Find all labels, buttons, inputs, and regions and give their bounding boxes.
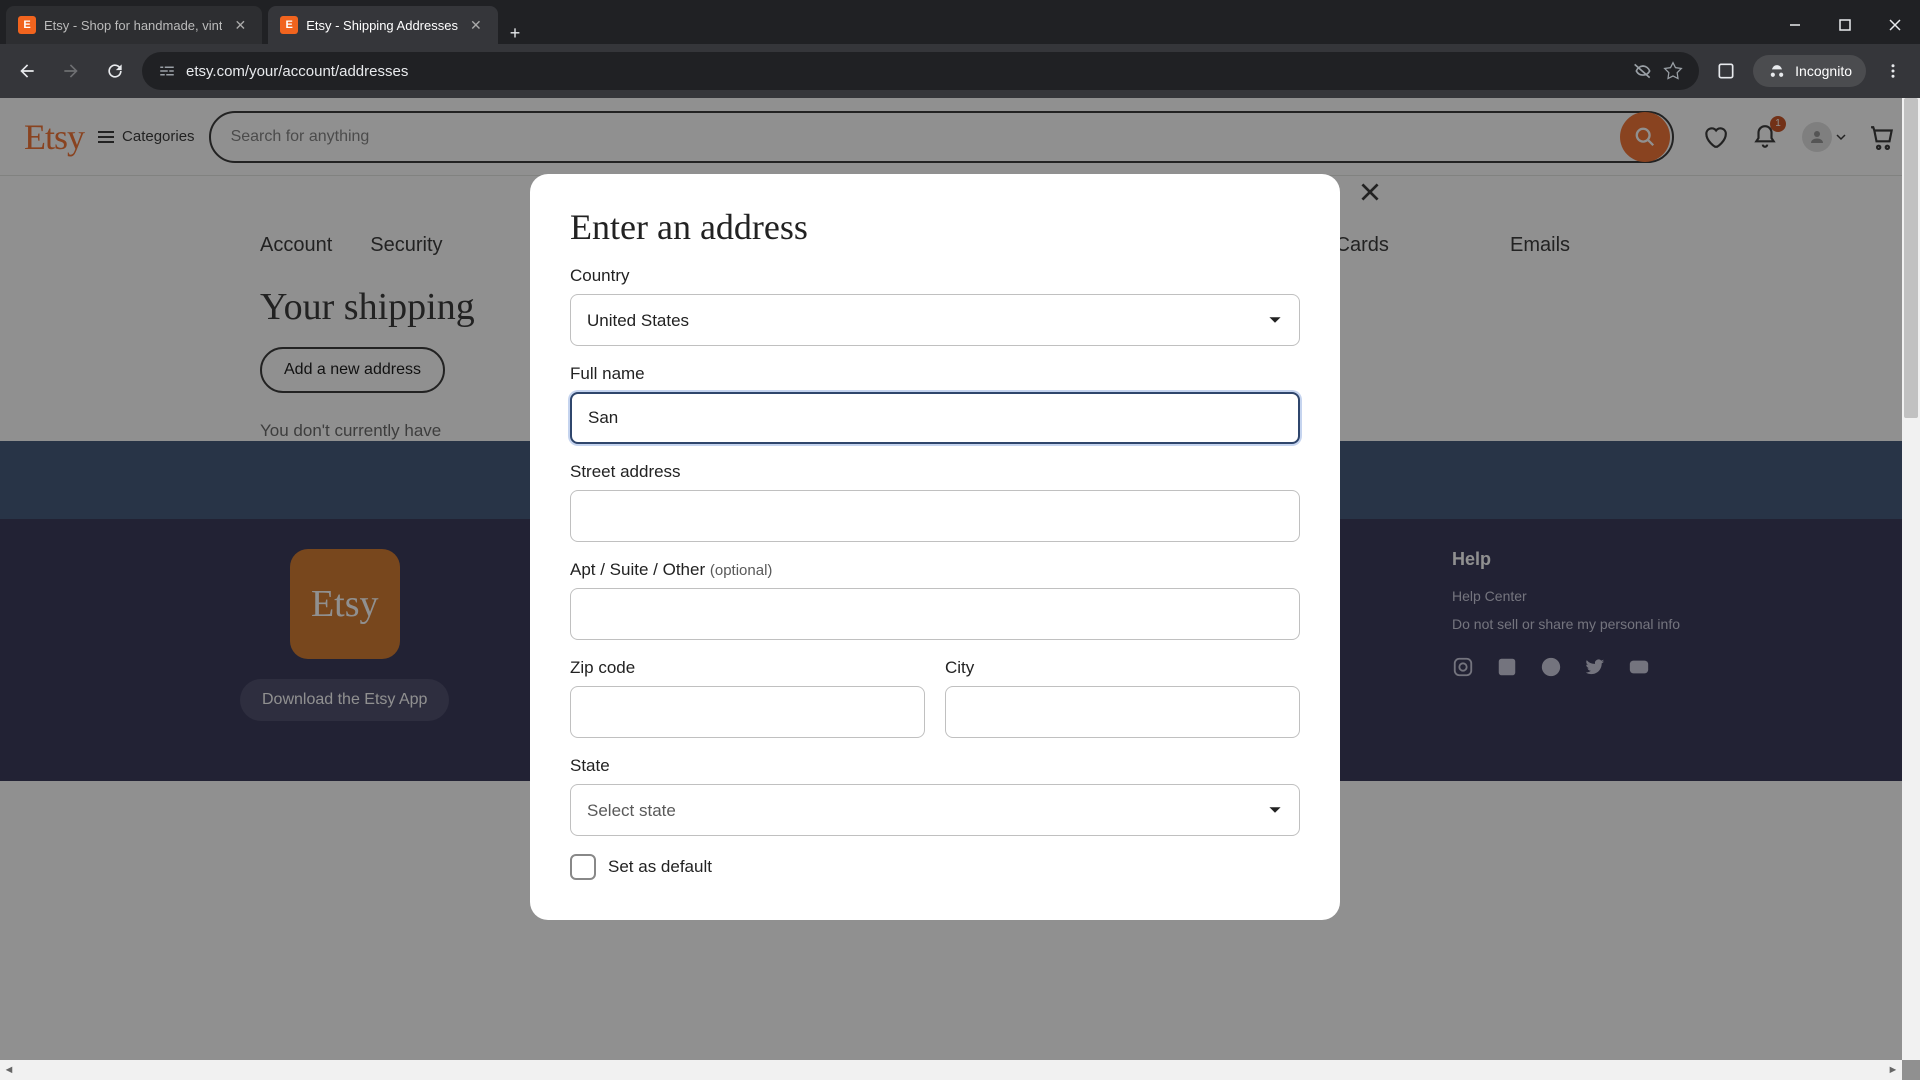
extensions-icon[interactable] (1709, 54, 1743, 88)
apt-input[interactable] (570, 588, 1300, 640)
modal-title: Enter an address (570, 206, 1300, 248)
fullname-input[interactable] (570, 392, 1300, 444)
close-icon (1357, 179, 1383, 205)
street-input[interactable] (570, 490, 1300, 542)
close-window-button[interactable] (1870, 6, 1920, 44)
tab-favicon-etsy: E (18, 16, 36, 34)
incognito-indicator[interactable]: Incognito (1753, 55, 1866, 87)
forward-button[interactable] (54, 54, 88, 88)
eye-off-icon[interactable] (1633, 61, 1653, 81)
incognito-label: Incognito (1795, 63, 1852, 79)
apt-field: Apt / Suite / Other (optional) (570, 560, 1300, 640)
zip-input[interactable] (570, 686, 925, 738)
default-checkbox[interactable] (570, 854, 596, 880)
country-select[interactable]: United States (570, 294, 1300, 346)
tab-close-icon[interactable]: ✕ (230, 17, 250, 34)
city-field: City (945, 658, 1300, 738)
minimize-button[interactable] (1770, 6, 1820, 44)
country-field: Country United States (570, 266, 1300, 346)
city-input[interactable] (945, 686, 1300, 738)
tab-title: Etsy - Shipping Addresses (306, 18, 458, 33)
zip-field: Zip code (570, 658, 925, 738)
browser-tab-2[interactable]: E Etsy - Shipping Addresses ✕ (268, 6, 497, 44)
back-button[interactable] (10, 54, 44, 88)
fullname-label: Full name (570, 364, 1300, 384)
address-modal: Enter an address Country United States F… (530, 174, 1340, 920)
url-text: etsy.com/your/account/addresses (186, 63, 1623, 80)
browser-tab-strip: E Etsy - Shop for handmade, vint ✕ E Ets… (0, 0, 1920, 44)
reload-button[interactable] (98, 54, 132, 88)
country-label: Country (570, 266, 1300, 286)
default-checkbox-label: Set as default (608, 857, 712, 877)
city-label: City (945, 658, 1300, 678)
window-controls (1770, 6, 1920, 44)
state-field: State Select state (570, 756, 1300, 836)
page-viewport: Etsy Categories 1 Valen x (0, 98, 1920, 1080)
bookmark-star-icon[interactable] (1663, 61, 1683, 81)
zip-label: Zip code (570, 658, 925, 678)
scroll-left-arrow[interactable]: ◄ (0, 1064, 18, 1076)
browser-toolbar: etsy.com/your/account/addresses Incognit… (0, 44, 1920, 98)
vertical-scrollbar[interactable] (1902, 98, 1920, 1060)
site-settings-icon[interactable] (158, 62, 176, 80)
browser-tab-1[interactable]: E Etsy - Shop for handmade, vint ✕ (6, 6, 262, 44)
fullname-field: Full name (570, 364, 1300, 444)
tab-title: Etsy - Shop for handmade, vint (44, 18, 222, 33)
default-checkbox-row: Set as default (570, 854, 1300, 880)
address-bar[interactable]: etsy.com/your/account/addresses (142, 52, 1699, 90)
browser-menu-icon[interactable] (1876, 54, 1910, 88)
modal-close-button[interactable] (1348, 170, 1392, 214)
tab-favicon-etsy: E (280, 16, 298, 34)
apt-label: Apt / Suite / Other (optional) (570, 560, 1300, 580)
new-tab-button[interactable]: + (498, 23, 533, 44)
scroll-right-arrow[interactable]: ► (1884, 1064, 1902, 1076)
horizontal-scrollbar[interactable]: ◄ ► (0, 1060, 1902, 1080)
maximize-button[interactable] (1820, 6, 1870, 44)
scrollbar-thumb[interactable] (1904, 98, 1918, 418)
street-field: Street address (570, 462, 1300, 542)
state-select[interactable]: Select state (570, 784, 1300, 836)
street-label: Street address (570, 462, 1300, 482)
state-label: State (570, 756, 1300, 776)
tab-close-icon[interactable]: ✕ (466, 17, 486, 34)
incognito-icon (1767, 61, 1787, 81)
